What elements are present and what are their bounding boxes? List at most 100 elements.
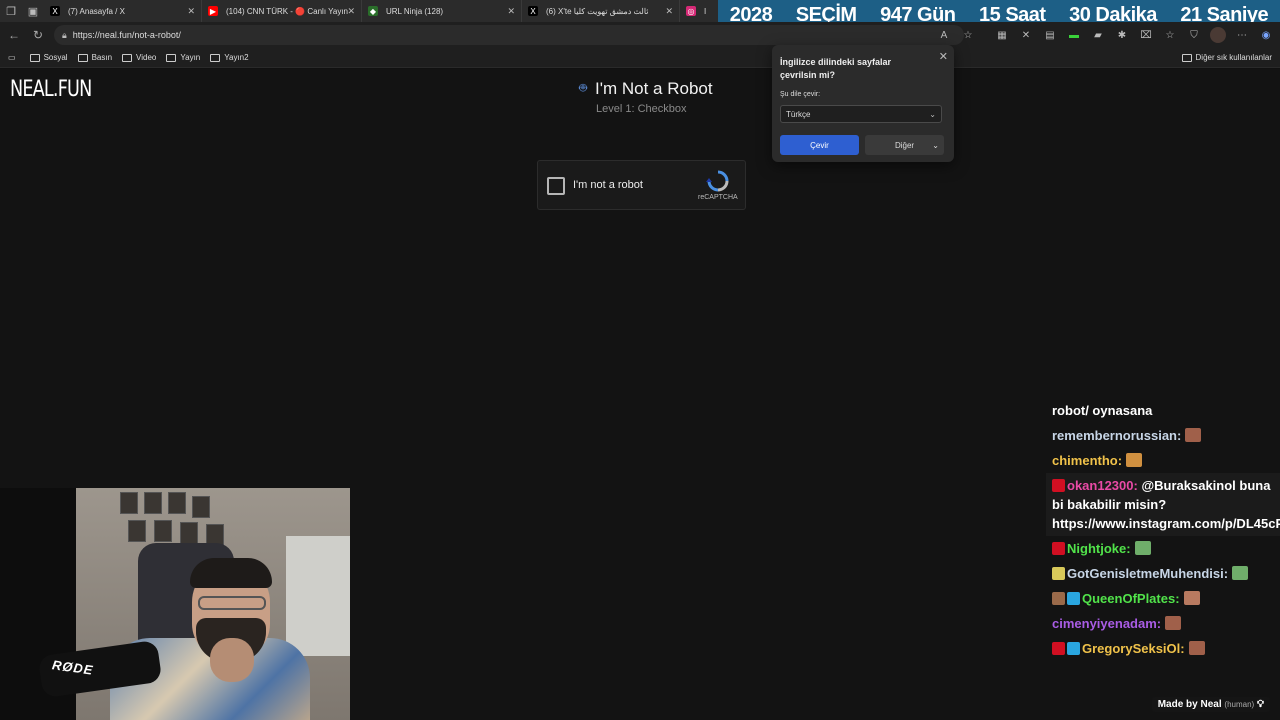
selected-language: Türkçe [786, 109, 811, 119]
collections-icon[interactable]: ☆ [1162, 27, 1178, 43]
chat-username[interactable]: chimentho: [1052, 453, 1122, 468]
chat-emote-icon [1188, 641, 1205, 655]
more-menu-icon[interactable]: ⋯ [1234, 27, 1250, 43]
lock-icon[interactable]: 🔒︎ [62, 30, 67, 41]
chat-emote-icon [1165, 616, 1182, 630]
other-options-button[interactable]: Diğer ⌄ [865, 135, 944, 155]
bookmark-folder[interactable]: Sosyal [29, 53, 68, 62]
screen: ❐ ▣ X (7) Anasayfa / X ✕ ▶ (104) CNN TÜRK - … [0, 0, 1280, 720]
tab-actions-icon[interactable]: ▣ [22, 0, 44, 22]
chat-emote-icon [1126, 453, 1143, 467]
chat-message: Nightjoke: [1046, 536, 1280, 561]
bookmark-folder[interactable]: Yayın2 [210, 53, 249, 62]
chat-username[interactable]: remembernorussian: [1052, 428, 1181, 443]
chevron-down-icon: ⌄ [932, 140, 939, 150]
extension-icon[interactable]: ▰ [1090, 27, 1106, 43]
back-icon[interactable]: ← [6, 27, 22, 43]
title-text: I'm Not a Robot [595, 79, 713, 98]
workspaces-icon[interactable]: ❐ [0, 0, 22, 22]
recaptcha-widget: I'm not a robot reCAPTCHA [537, 160, 746, 210]
bookmark-label: Basın [91, 53, 113, 62]
profile-avatar[interactable] [1210, 27, 1226, 43]
site-logo[interactable]: NEAL.FUN [10, 77, 92, 102]
tab-4[interactable]: X (6) X'te ثالث دمشق تهويت كليا ✕ [522, 0, 680, 22]
webcam-door [286, 536, 350, 656]
bookmark-folder[interactable]: Yayın [166, 53, 200, 62]
stream-chat: robot/ oynasana remembernorussian: chiment… [1046, 398, 1280, 720]
made-by-note: (human) [1224, 700, 1255, 709]
chat-badge-icon [1067, 592, 1080, 605]
extension-icon[interactable]: ▤ [1042, 27, 1058, 43]
split-screen-icon[interactable]: ⌧ [1138, 27, 1154, 43]
made-by-text: Made by Neal [1157, 699, 1222, 710]
tab-close-icon[interactable]: ✕ [507, 6, 515, 17]
lightbulb-icon: 💡︎ [1257, 699, 1264, 710]
chat-badge-icon [1052, 567, 1065, 580]
chat-badge-icon [1052, 479, 1065, 492]
tab-5[interactable]: ◎ I [680, 0, 720, 22]
chat-username[interactable]: Nightjoke: [1067, 541, 1131, 556]
bookmark-folder[interactable]: Video [122, 53, 156, 62]
chat-message: chimentho: [1046, 448, 1280, 473]
captcha-label: I'm not a robot [573, 179, 643, 191]
chat-emote-icon [1134, 541, 1151, 555]
url-text: https://neal.fun/not-a-robot/ [72, 30, 181, 40]
tab-favicon-icon: X [528, 6, 538, 16]
copilot-icon[interactable]: ◉ [1258, 27, 1274, 43]
tab-label: (104) CNN TÜRK - 🔴 Canlı Yayın [226, 6, 348, 16]
robot-checkbox[interactable] [547, 177, 565, 195]
tab-1[interactable]: X (7) Anasayfa / X ✕ [44, 0, 202, 22]
bookmark-folder[interactable]: Basın [77, 53, 113, 62]
streamer-hair [190, 558, 272, 588]
chat-badge-icon [1052, 542, 1065, 555]
bookmarks-bar: ▭ Sosyal Basın Video Yayın Yayın2 Diğer sık … [0, 48, 1280, 68]
url-input[interactable]: 🔒︎ https://neal.fun/not-a-robot/ [54, 25, 964, 45]
refresh-icon[interactable]: ↻ [30, 27, 46, 43]
extension-icon[interactable]: ▬ [1066, 27, 1082, 43]
bookmark-label: Yayın2 [224, 53, 249, 62]
recaptcha-icon [706, 170, 729, 192]
tab-2[interactable]: ▶ (104) CNN TÜRK - 🔴 Canlı Yayın ✕ [202, 0, 362, 22]
other-bookmarks-folder[interactable]: Diğer sık kullanılanlar [1181, 53, 1272, 62]
tab-close-icon[interactable]: ✕ [187, 6, 195, 17]
shield-icon[interactable]: ⛉ [1186, 27, 1202, 43]
close-icon[interactable]: ✕ [939, 50, 948, 63]
extension-icon[interactable]: ✕ [1018, 27, 1034, 43]
language-select[interactable]: Türkçe ⌄ [780, 105, 942, 123]
tab-label: (6) X'te ثالث دمشق تهويت كليا [546, 6, 649, 16]
recaptcha-brand: reCAPTCHA [698, 194, 738, 201]
translate-popup: İngilizce dilindeki sayfalar çevrilsin m… [772, 45, 954, 162]
bookmark-list: Sosyal Basın Video Yayın Yayın2 [29, 53, 259, 62]
extension-icon[interactable]: ▦ [994, 27, 1010, 43]
translate-question: İngilizce dilindeki sayfalar çevrilsin m… [780, 57, 892, 80]
chat-username[interactable]: cimenyiyenadam: [1052, 616, 1161, 631]
chat-emote-icon [1185, 428, 1202, 442]
chat-message: okan12300: @Buraksakinol buna bi bakabil… [1046, 473, 1280, 536]
folder-icon [29, 53, 40, 62]
made-by-footer: Made by Neal (human) 💡︎ [1151, 697, 1270, 712]
bookmark-label: Yayın [180, 53, 201, 62]
folder-icon [122, 53, 133, 62]
extensions-puzzle-icon[interactable]: ✱ [1114, 27, 1130, 43]
tab-close-icon[interactable]: ✕ [665, 6, 673, 17]
tab-strip: X (7) Anasayfa / X ✕ ▶ (104) CNN TÜRK - 🔴 Ca… [44, 0, 720, 22]
translate-button[interactable]: Çevir [780, 135, 859, 155]
folder-icon [77, 53, 88, 62]
chat-username[interactable]: QueenOfPlates: [1082, 591, 1180, 606]
toolbar-icons: A ☆ ▦ ✕ ▤ ▬ ▰ ✱ ⌧ ☆ ⛉ ⋯ ◉ [936, 26, 1274, 44]
chat-message: robot/ oynasana [1046, 398, 1280, 423]
chat-username[interactable]: okan12300: [1067, 478, 1138, 493]
tab-3[interactable]: ◆ URL Ninja (128) ✕ [362, 0, 522, 22]
chat-username[interactable]: GregorySeksiOl: [1082, 641, 1185, 656]
favorite-star-icon[interactable]: ☆ [960, 27, 976, 43]
address-bar-row: ← ↻ 🔒︎ https://neal.fun/not-a-robot/ A ☆… [0, 22, 1280, 48]
tab-close-icon[interactable]: ✕ [347, 6, 355, 17]
reading-list-icon[interactable]: ▭ [8, 53, 16, 62]
tab-label: I [704, 6, 707, 16]
streamer-hand [210, 638, 254, 682]
tab-favicon-icon: ◎ [686, 6, 696, 16]
chat-message: QueenOfPlates: [1046, 586, 1280, 611]
translate-icon[interactable]: A [936, 27, 952, 43]
tab-label: (7) Anasayfa / X [68, 6, 125, 16]
chat-username[interactable]: GotGenisletmeMuhendisi: [1067, 566, 1228, 581]
